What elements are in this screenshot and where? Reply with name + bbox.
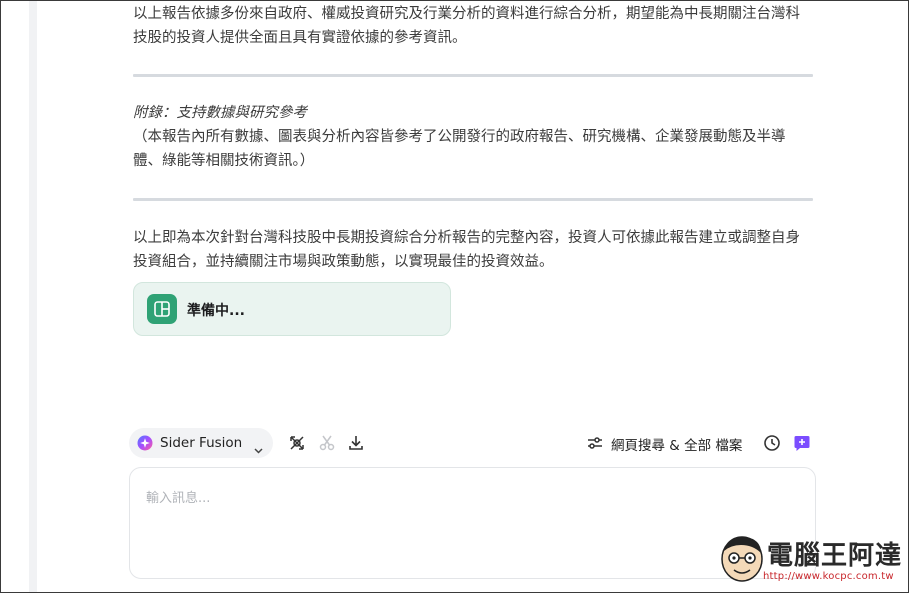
model-name: Sider Fusion	[160, 435, 243, 451]
mascot-logo-icon	[721, 536, 763, 582]
watermark-url: http://www.kocpc.com.tw	[763, 571, 894, 582]
screenshot-frame: 以上報告依據多份來自政府、權威投資研究及行業分析的資料進行綜合分析，期望能為中長…	[0, 0, 909, 593]
watermark-title: 電腦王阿達	[767, 541, 903, 571]
report-paragraph-conclusion: 以上即為本次針對台灣科技股中長期投資綜合分析報告的完整內容，投資人可依據此報告建…	[133, 230, 800, 270]
message-input[interactable]: 輸入訊息...	[129, 467, 816, 579]
section-divider	[133, 74, 813, 77]
scissors-icon[interactable]	[317, 433, 337, 453]
section-divider	[133, 198, 813, 201]
sider-fusion-logo-icon	[137, 435, 153, 455]
appendix-title: 附錄：支持數據與研究參考	[133, 105, 307, 121]
search-scope-label: 網頁搜尋 & 全部 檔案	[611, 438, 743, 454]
left-rail	[29, 1, 37, 592]
status-card-label: 準備中...	[187, 303, 245, 319]
report-paragraph-summary: 以上報告依據多份來自政府、權威投資研究及行業分析的資料進行綜合分析，期望能為中長…	[133, 6, 800, 46]
model-selector[interactable]: Sider Fusion	[129, 428, 273, 458]
chevron-down-icon	[254, 439, 263, 458]
clock-icon[interactable]	[762, 433, 782, 453]
appendix-body: （本報告內所有數據、圖表與分析內容皆參考了公開發行的政府報告、研究機構、企業發展…	[133, 129, 786, 169]
preparing-status-card[interactable]: 準備中...	[133, 282, 451, 336]
download-icon[interactable]	[346, 433, 366, 453]
layout-panel-icon	[147, 294, 177, 324]
watermark: 電腦王阿達 http://www.kocpc.com.tw	[717, 533, 902, 589]
prompt-library-icon[interactable]	[287, 433, 307, 453]
new-chat-icon[interactable]	[792, 433, 812, 453]
sliders-icon	[588, 437, 602, 449]
search-scope-button[interactable]: 網頁搜尋 & 全部 檔案	[587, 433, 747, 454]
message-input-placeholder: 輸入訊息...	[146, 491, 211, 506]
